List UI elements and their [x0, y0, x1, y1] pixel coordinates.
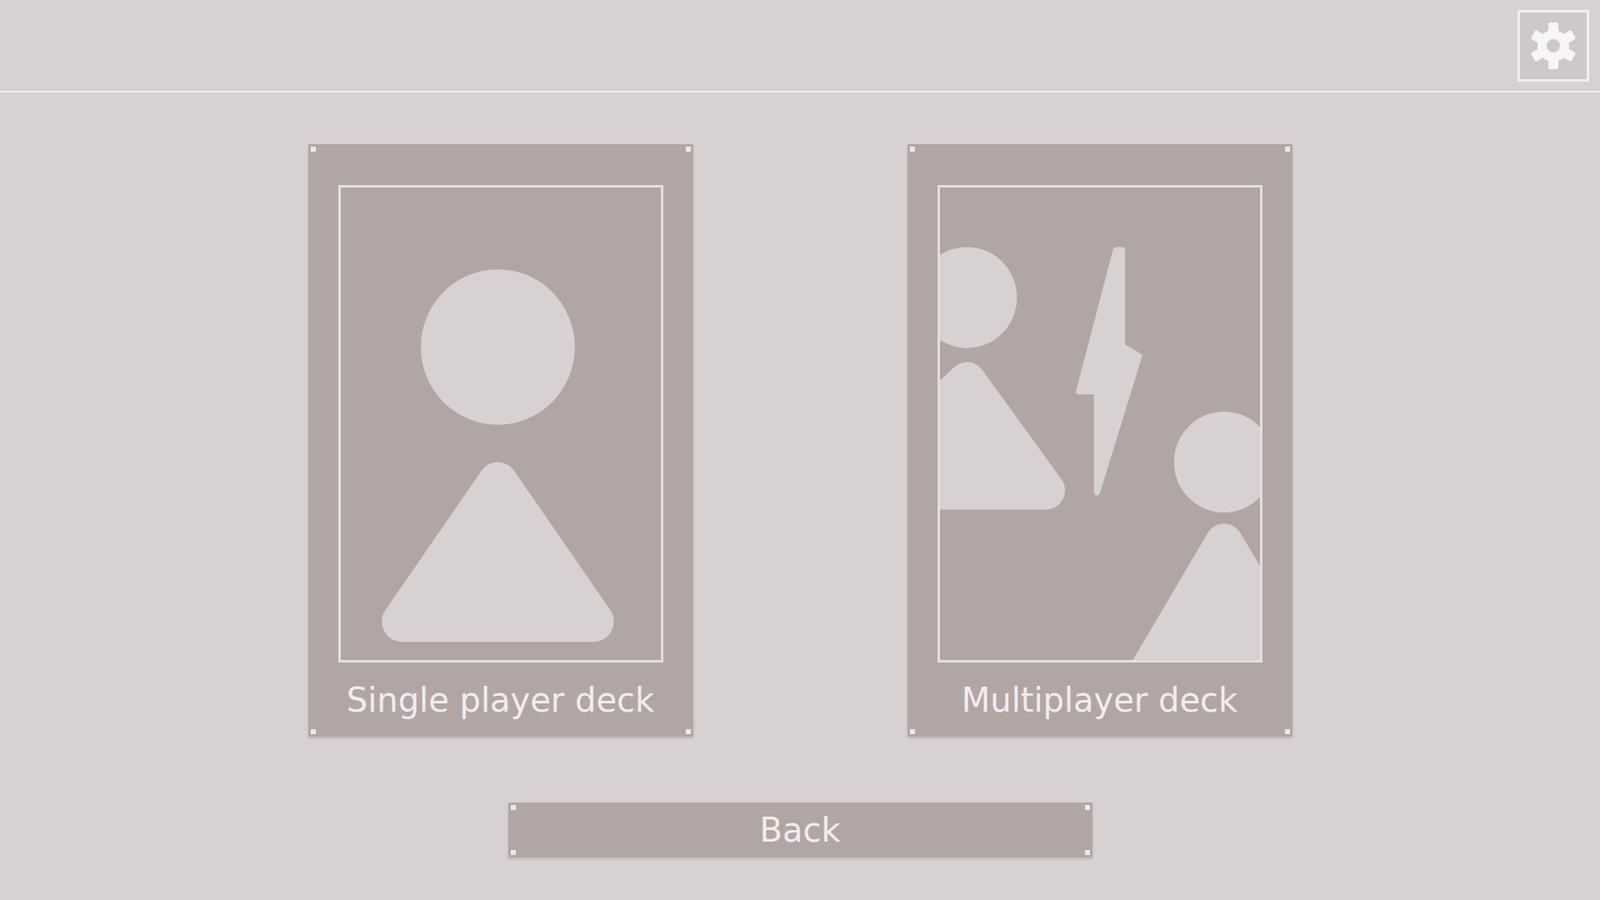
- corner-mark: [1085, 850, 1090, 855]
- corner-mark: [1285, 146, 1290, 152]
- settings-button[interactable]: [1517, 10, 1590, 82]
- corner-mark: [910, 729, 915, 735]
- deck-option[interactable]: Single player deck: [308, 144, 694, 737]
- deck-option[interactable]: Multiplayer deck: [907, 144, 1293, 737]
- corner-mark: [1285, 729, 1290, 735]
- back-button[interactable]: Back: [508, 802, 1093, 858]
- gear-icon: [1526, 19, 1580, 73]
- corner-mark: [310, 146, 316, 152]
- top-bar: [0, 0, 1600, 93]
- corner-mark: [685, 729, 691, 735]
- deck-list: Single player deck Multiplayer deck: [308, 144, 1293, 737]
- deck-label: Single player deck: [346, 662, 655, 737]
- corner-mark: [685, 146, 691, 152]
- deck-label: Multiplayer deck: [961, 662, 1238, 737]
- main-area: Single player deck Multiplayer deck Back: [0, 92, 1600, 858]
- corner-mark: [1085, 805, 1090, 810]
- deck-frame: [338, 185, 664, 663]
- button-row: Back: [508, 736, 1093, 858]
- button-label: Back: [759, 810, 840, 850]
- deck-frame: [937, 185, 1263, 663]
- corner-mark: [510, 805, 516, 810]
- multiplayer-icon: [940, 187, 1260, 660]
- single-player-icon: [340, 187, 661, 660]
- corner-mark: [910, 146, 915, 152]
- corner-mark: [310, 729, 316, 735]
- corner-mark: [510, 850, 516, 855]
